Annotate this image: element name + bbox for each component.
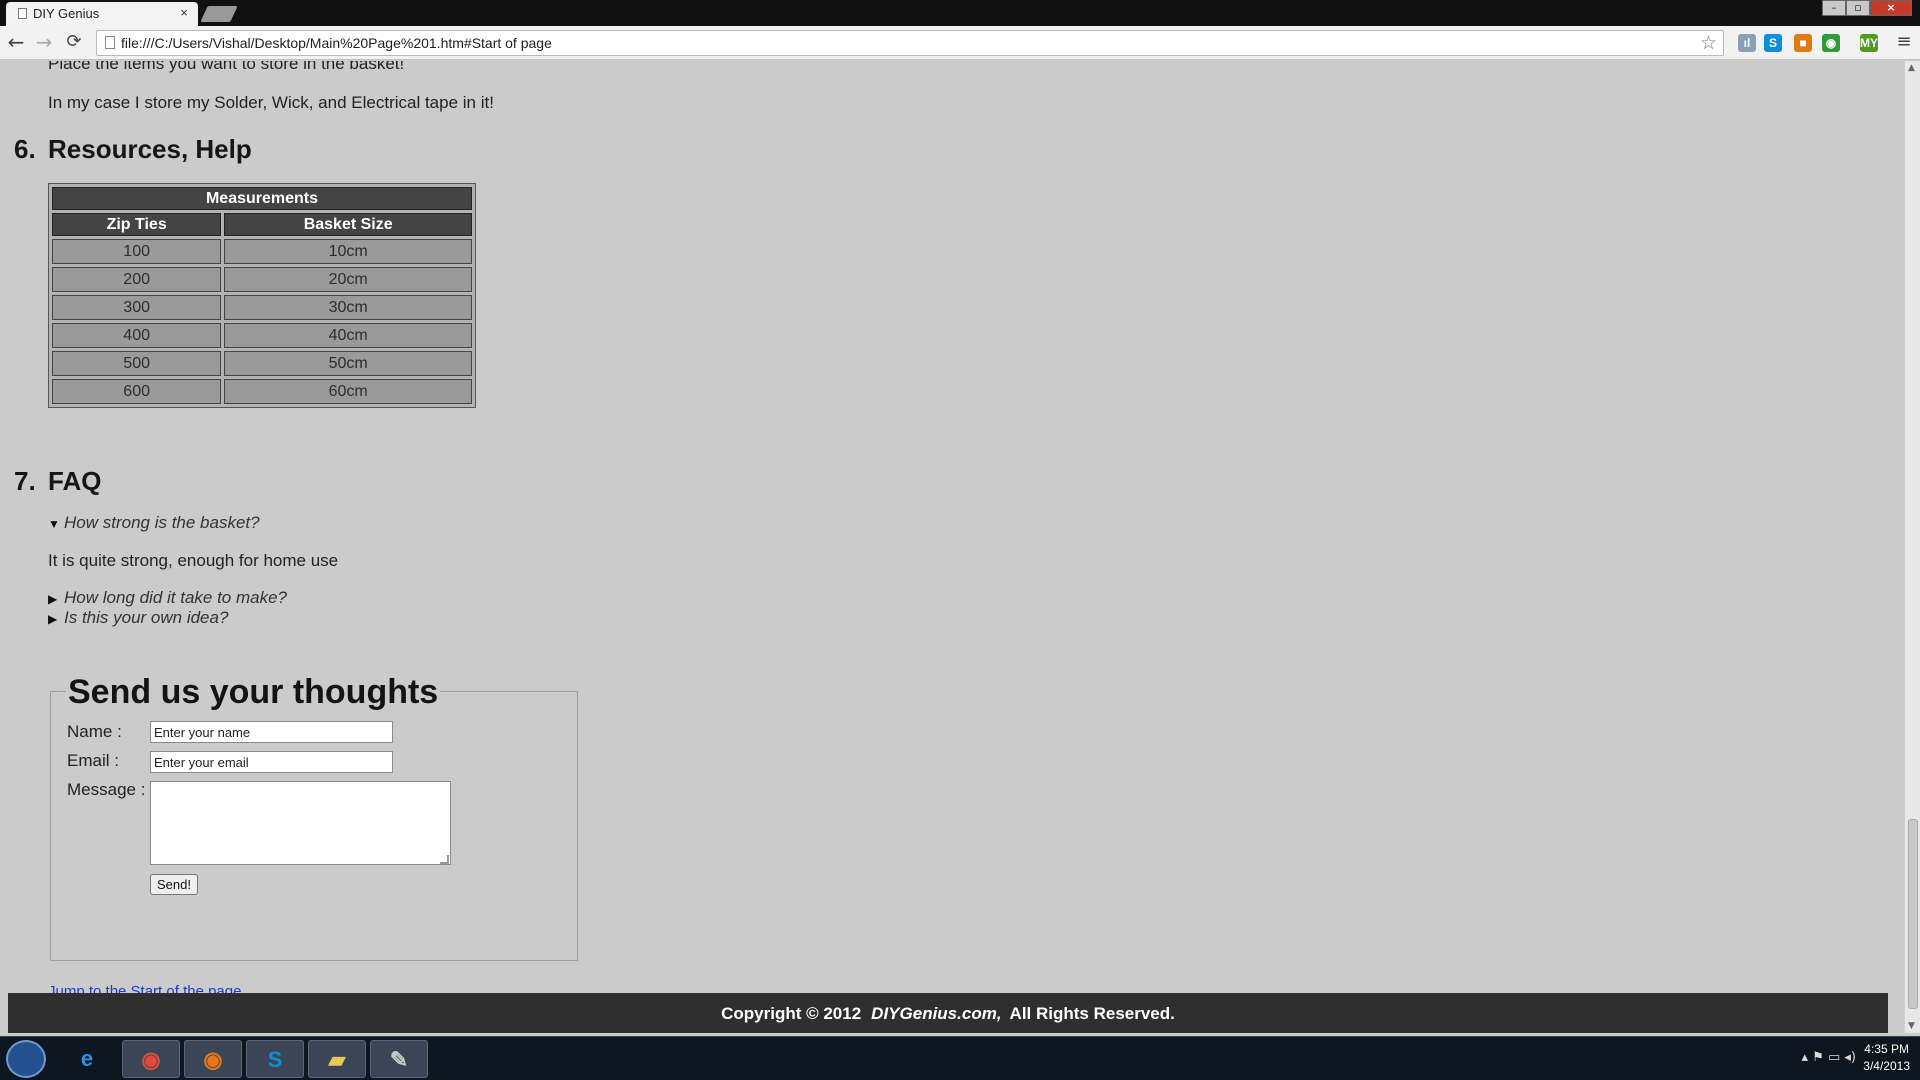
page-footer: Copyright © 2012 DIYGenius.com, All Rights… (8, 993, 1888, 1033)
skype-extension-icon[interactable]: S (1764, 34, 1782, 52)
message-field[interactable] (150, 781, 451, 865)
taskbar-skype-icon[interactable]: S (246, 1040, 304, 1078)
intro-text-2: In my case I store my Solder, Wick, and … (48, 93, 494, 112)
scroll-down-icon[interactable]: ▼ (1908, 1021, 1915, 1031)
copyright-text: Copyright © 2012 (721, 1004, 862, 1023)
page-icon (18, 8, 27, 19)
message-label: Message : (67, 780, 146, 799)
address-bar[interactable]: file:///C:/Users/Vishal/Desktop/Main%20P… (96, 30, 1724, 56)
brand-name: DIYGenius.com, (871, 1004, 1002, 1023)
start-button[interactable] (6, 1040, 46, 1078)
taskbar-ie-icon[interactable]: e (58, 1040, 116, 1078)
stats-extension-icon[interactable]: ıl (1738, 34, 1756, 52)
table-caption: Measurements (52, 187, 472, 210)
faq-question-text[interactable]: Is this your own idea? (64, 608, 228, 627)
faq-question-idea[interactable]: ▶ Is this your own idea? (48, 608, 228, 628)
table-row: 300 30cm (52, 295, 472, 320)
minimize-button[interactable]: – (1822, 0, 1846, 16)
rights-text: All Rights Reserved. (1009, 1004, 1175, 1023)
table-cell: 10cm (224, 239, 472, 264)
section-number: 7. (14, 466, 36, 496)
system-clock[interactable]: 4:35 PM 3/4/2013 (1863, 1041, 1910, 1075)
reload-button[interactable]: ⟳ (62, 31, 86, 55)
table-cell: 50cm (224, 351, 472, 376)
puzzle-extension-icon[interactable]: ■ (1794, 34, 1812, 52)
table-cell: 100 (52, 239, 222, 264)
tab-close-icon[interactable]: × (180, 5, 188, 20)
collapsed-triangle-icon: ▶ (48, 592, 58, 606)
faq-answer: It is quite strong, enough for home use (48, 551, 339, 570)
table-cell: 60cm (224, 379, 472, 404)
table-row: 400 40cm (52, 323, 472, 348)
taskbar-explorer-icon[interactable]: ▰ (308, 1040, 366, 1078)
my-extension-icon[interactable]: MY (1860, 34, 1878, 52)
table-cell: 500 (52, 351, 222, 376)
section-heading-resources: 6. Resources, Help (14, 134, 252, 165)
faq-question-time[interactable]: ▶ How long did it take to make? (48, 588, 287, 608)
taskbar-chrome-icon[interactable]: ◉ (122, 1040, 180, 1078)
section-number: 6. (14, 134, 36, 164)
faq-question-strength[interactable]: ▼ How strong is the basket? (48, 513, 260, 533)
faq-question-text[interactable]: How strong is the basket? (64, 513, 260, 532)
table-row: 500 50cm (52, 351, 472, 376)
system-tray-icons[interactable]: ▴ ⚑ ▭ ◂) (1802, 1050, 1856, 1065)
bookmark-star-icon[interactable]: ☆ (1700, 32, 1717, 54)
table-cell: 200 (52, 267, 222, 292)
scrollbar-thumb[interactable] (1908, 819, 1918, 1009)
expanded-triangle-icon: ▼ (48, 517, 60, 531)
clock-time: 4:35 PM (1864, 1042, 1909, 1056)
taskbar-paint-icon[interactable]: ✎ (370, 1040, 428, 1078)
resize-grip-icon[interactable] (440, 855, 449, 864)
section-title: FAQ (48, 466, 102, 496)
email-label: Email : (67, 751, 119, 770)
feedback-form-title: Send us your thoughts (66, 673, 441, 712)
back-button[interactable]: ← (4, 31, 28, 55)
table-cell: 400 (52, 323, 222, 348)
windows-taskbar: e ◉ ◉ S ▰ ✎ ▴ ⚑ ▭ ◂) 4:35 PM 3/4/2013 (0, 1036, 1920, 1080)
tab-diy-genius[interactable]: DIY Genius × (6, 2, 198, 26)
browser-toolbar: ← → ⟳ file:///C:/Users/Vishal/Desktop/Ma… (0, 26, 1920, 60)
table-cell: 300 (52, 295, 222, 320)
green-extension-icon[interactable]: ◉ (1822, 34, 1840, 52)
table-cell: 40cm (224, 323, 472, 348)
table-row: 600 60cm (52, 379, 472, 404)
vertical-scrollbar[interactable]: ▲ ▼ (1904, 61, 1920, 1033)
email-field[interactable] (150, 751, 393, 773)
tab-strip: DIY Genius × – ▫ × (0, 0, 1920, 26)
page-content: Place the items you want to store in the… (0, 61, 1904, 1033)
taskbar-firefox-icon[interactable]: ◉ (184, 1040, 242, 1078)
maximize-button[interactable]: ▫ (1846, 0, 1870, 16)
name-label: Name : (67, 722, 122, 741)
intro-text-1: Place the items you want to store in the… (48, 61, 405, 73)
faq-question-text[interactable]: How long did it take to make? (64, 588, 287, 607)
close-window-button[interactable]: × (1870, 0, 1912, 16)
chrome-menu-icon[interactable]: ≡ (1892, 31, 1916, 55)
column-header-basket-size: Basket Size (224, 213, 472, 236)
table-row: 200 20cm (52, 267, 472, 292)
address-url[interactable]: file:///C:/Users/Vishal/Desktop/Main%20P… (121, 35, 552, 51)
forward-button[interactable]: → (32, 31, 56, 55)
tab-title: DIY Genius (33, 6, 100, 21)
window-controls: – ▫ × (1822, 0, 1912, 18)
table-cell: 30cm (224, 295, 472, 320)
table-cell: 20cm (224, 267, 472, 292)
measurements-table: Measurements Zip Ties Basket Size 100 10c… (48, 183, 476, 408)
clock-date: 3/4/2013 (1863, 1059, 1910, 1073)
scroll-up-icon[interactable]: ▲ (1908, 63, 1915, 73)
section-heading-faq: 7. FAQ (14, 466, 101, 497)
new-tab-button[interactable] (200, 6, 238, 22)
send-button[interactable]: Send! (150, 874, 198, 895)
section-title: Resources, Help (48, 134, 252, 164)
file-icon (105, 36, 115, 49)
collapsed-triangle-icon: ▶ (48, 612, 58, 626)
column-header-zip-ties: Zip Ties (52, 213, 222, 236)
table-row: 100 10cm (52, 239, 472, 264)
name-field[interactable] (150, 721, 393, 743)
table-cell: 600 (52, 379, 222, 404)
